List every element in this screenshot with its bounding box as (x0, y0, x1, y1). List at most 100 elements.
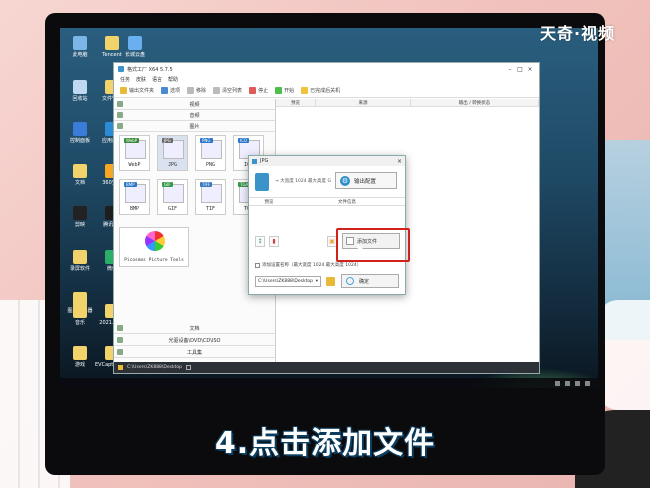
desktop-icon[interactable]: 音乐 (63, 304, 97, 326)
gear-icon: ⚙ (340, 175, 350, 186)
category-document[interactable]: 文档 (114, 323, 275, 334)
menu-language[interactable]: 语言 (152, 76, 162, 83)
chevron-down-icon: ▾ (315, 279, 318, 284)
options-icon (161, 87, 169, 94)
desktop-app-icon (73, 206, 87, 220)
start-button[interactable]: 开始 (275, 87, 294, 94)
desktop-icon-label: 文档 (74, 180, 85, 186)
ok-icon (346, 277, 354, 285)
jpg-badge-icon (255, 173, 269, 191)
category-video[interactable]: 视频 (114, 99, 275, 110)
desktop-icon-label: 控制面板 (69, 138, 90, 144)
format-tag: JPG (162, 138, 173, 143)
format-tag: TIFF (200, 182, 213, 187)
tray-icon[interactable] (565, 380, 570, 386)
close-icon[interactable]: × (525, 66, 535, 73)
status-path[interactable]: C:\Users\ZK888\Desktop (127, 365, 182, 370)
dialog-logo-icon (252, 158, 257, 164)
taskbar (60, 378, 598, 388)
format-tile-bmp[interactable]: BMP BMP (119, 179, 150, 215)
col-output-status: 输出 / 转换状态 (411, 99, 539, 106)
tray-icon[interactable] (555, 380, 560, 386)
remove-button[interactable]: 移除 (187, 87, 206, 94)
menu-skin[interactable]: 皮肤 (136, 76, 146, 83)
picosmos-icon (145, 231, 165, 251)
window-title: 格式工厂 X64 5.7.5 (127, 66, 173, 73)
minimize-icon[interactable]: – (505, 66, 515, 73)
desktop-app-icon (73, 346, 87, 360)
app-logo-icon (118, 66, 124, 72)
dialog-title-bar: JPG × (249, 156, 405, 166)
options-button[interactable]: 选项 (161, 87, 180, 94)
desktop-icon[interactable]: 剪映 (63, 206, 97, 228)
desktop-app-icon (73, 164, 87, 178)
desktop-app-icon (73, 304, 87, 318)
toolbar: 输出文件夹 选项 移除 清空列表 停止 开始 已完成后关机 (114, 84, 539, 98)
picosmos-tool-tile[interactable]: Picosmos Picture Tools (119, 227, 189, 267)
folder-icon (118, 365, 123, 370)
format-tag: ICO (238, 138, 250, 143)
rename-setting-checkbox[interactable]: 添加设置名称（最大宽度 1024 最大高度 1024） (255, 262, 361, 268)
desktop-icon[interactable]: 录屏软件 (63, 250, 97, 272)
format-tag: BMP (124, 182, 137, 187)
col-preview: 预览 (276, 99, 316, 106)
stop-button[interactable]: 停止 (249, 87, 268, 94)
format-tag: GIF (162, 182, 173, 187)
checkbox-icon (255, 262, 260, 268)
category-audio[interactable]: 音频 (114, 110, 275, 121)
format-tile-jpg[interactable]: JPG JPG (157, 135, 188, 171)
dialog-close-icon[interactable]: × (397, 158, 402, 165)
desktop-icon-label: 长城云盘 (124, 52, 145, 58)
output-path-select[interactable]: C:\Users\ZK888\Desktop ▾ (255, 276, 321, 287)
shutdown-after-button[interactable]: 已完成后关机 (301, 87, 340, 94)
desktop-icon[interactable]: 此电脑 (63, 36, 97, 58)
desktop-icon[interactable]: 回收站 (63, 80, 97, 102)
clear-icon (213, 87, 221, 94)
move-up-icon[interactable]: ↕ (255, 236, 265, 247)
status-bar: C:\Users\ZK888\Desktop (114, 362, 539, 373)
menu-bar: 任务 皮肤 语言 帮助 (114, 75, 539, 84)
format-name: JPG (167, 162, 178, 168)
video-icon (117, 101, 123, 107)
delete-icon[interactable]: ▮ (269, 236, 279, 247)
format-name: BMP (129, 206, 140, 212)
dialog-list-header: 预览 文件信息 (249, 198, 405, 206)
output-config-button[interactable]: ⚙ 输出配置 (335, 172, 397, 189)
tools-icon (117, 349, 123, 355)
task-list-header: 预览 来源 输出 / 转换状态 (276, 99, 539, 107)
desktop-app-icon (73, 122, 87, 136)
category-image[interactable]: 图片 (114, 121, 275, 132)
desktop-icon[interactable]: 游戏 (63, 346, 97, 368)
maximize-icon[interactable]: □ (515, 66, 525, 73)
format-tag: WebP (124, 138, 140, 143)
step-caption: 4.点击添加文件 (214, 426, 436, 461)
ok-button[interactable]: 确定 (341, 274, 399, 288)
checkbox-icon[interactable] (186, 365, 191, 370)
menu-help[interactable]: 帮助 (168, 76, 178, 83)
desktop-icon[interactable]: 控制面板 (63, 122, 97, 144)
dialog-col-preview: 预览 (264, 199, 274, 205)
menu-task[interactable]: 任务 (120, 76, 130, 83)
output-folder-button[interactable]: 输出文件夹 (120, 87, 154, 94)
format-tile-png[interactable]: PNG PNG (195, 135, 226, 171)
tray-icon[interactable] (585, 380, 590, 386)
desktop-icon[interactable]: 长城云盘 (118, 36, 152, 58)
format-tile-tif[interactable]: TIFF TIF (195, 179, 226, 215)
desktop-icon[interactable]: 文档 (63, 164, 97, 186)
category-optical[interactable]: 光驱设备\DVD\CD\ISO (114, 335, 275, 346)
audio-icon (117, 112, 123, 118)
stop-icon (249, 87, 257, 94)
format-tile-gif[interactable]: GIF GIF (157, 179, 188, 215)
format-tile-webp[interactable]: WebP WebP (119, 135, 150, 171)
desktop-icon-label: 录屏软件 (69, 266, 90, 272)
browse-folder-icon[interactable] (326, 277, 335, 286)
clear-list-button[interactable]: 清空列表 (213, 87, 242, 94)
desktop-icon-label: 回收站 (72, 96, 88, 102)
format-tag: PNG (200, 138, 213, 143)
tray-icon[interactable] (575, 380, 580, 386)
category-tools[interactable]: 工具集 (114, 347, 275, 358)
format-name: WebP (128, 162, 141, 168)
image-icon (117, 123, 123, 129)
disc-icon (117, 337, 123, 343)
desktop-app-icon (73, 250, 87, 264)
